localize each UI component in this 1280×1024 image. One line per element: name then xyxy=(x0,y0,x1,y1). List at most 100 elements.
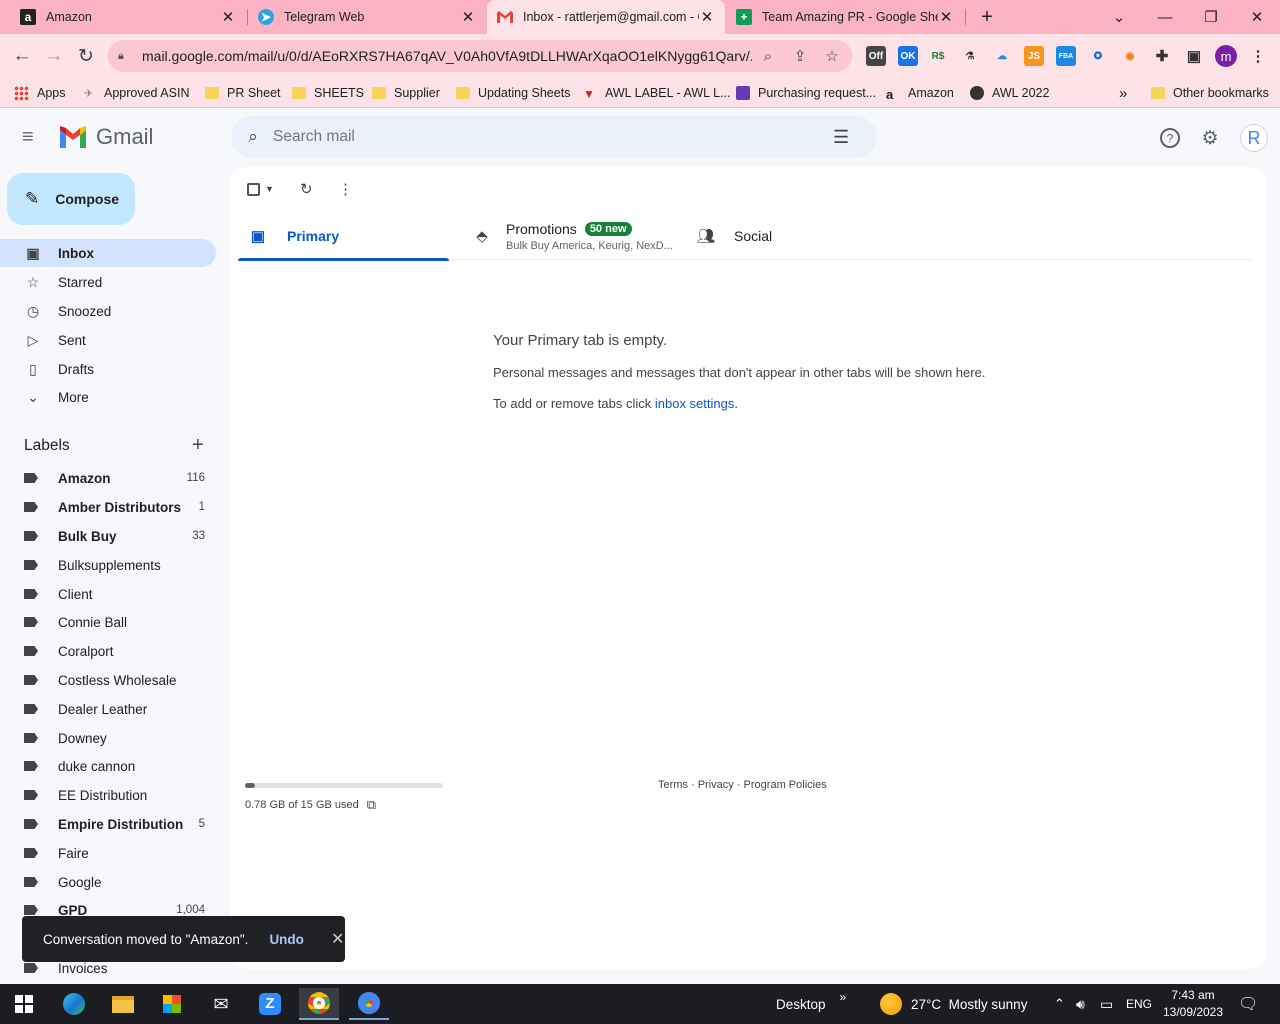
chrome-profile-m-icon[interactable] xyxy=(299,988,339,1020)
external-link-icon[interactable]: ⧉ xyxy=(367,797,376,813)
main-menu-icon[interactable]: ≡ xyxy=(22,127,42,148)
undo-button[interactable]: Undo xyxy=(269,932,304,947)
reload-icon[interactable]: ↻ xyxy=(72,42,100,70)
bookmark-pr-sheet[interactable]: PR Sheet xyxy=(205,78,281,108)
label-item[interactable]: Amazon 116 xyxy=(0,464,216,492)
bookmark-awl-2022[interactable]: AWL 2022 xyxy=(970,78,1049,108)
system-clock[interactable]: 7:43 am 13/09/2023 xyxy=(1158,987,1228,1021)
side-panel-icon[interactable]: ▣ xyxy=(1184,46,1204,66)
more-options-icon[interactable]: ⋮ xyxy=(338,179,353,199)
extension-keepa-icon[interactable]: ⚗ xyxy=(960,46,980,66)
settings-gear-icon[interactable]: ⚙ xyxy=(1198,126,1222,150)
label-item[interactable]: Client xyxy=(0,580,216,608)
extension-off-icon[interactable]: Off xyxy=(866,46,886,66)
label-item[interactable]: duke cannon xyxy=(0,752,216,780)
tab-social[interactable]: 👥︎ Social xyxy=(692,212,902,260)
extension-cloud-icon[interactable]: ☁ xyxy=(992,46,1012,66)
search-options-icon[interactable]: ☰ xyxy=(833,127,849,148)
browser-tab-telegram[interactable]: ➤ Telegram Web ✕ xyxy=(248,0,486,34)
extension-fba-icon[interactable]: FBA xyxy=(1056,46,1076,66)
bookmark-sheets[interactable]: SHEETS xyxy=(292,78,364,108)
extension-orange-icon[interactable]: ◉ xyxy=(1120,46,1140,66)
restore-icon[interactable]: ❐ xyxy=(1188,0,1234,34)
chrome-profile-a-icon[interactable] xyxy=(349,988,389,1020)
address-bar[interactable]: 🔒︎ mail.google.com/mail/u/0/d/AEoRXRS7HA… xyxy=(108,40,852,72)
mail-app-icon[interactable]: ✉ xyxy=(201,988,241,1020)
sidebar-item-starred[interactable]: ☆ Starred xyxy=(0,268,216,296)
label-item[interactable]: Downey xyxy=(0,724,216,752)
search-icon[interactable]: ⌕ xyxy=(233,127,273,147)
bookmark-supplier[interactable]: Supplier xyxy=(372,78,440,108)
footer-links[interactable]: Terms · Privacy · Program Policies xyxy=(658,779,827,791)
extensions-puzzle-icon[interactable]: ✚ xyxy=(1152,46,1172,66)
file-explorer-icon[interactable] xyxy=(103,988,143,1020)
label-item[interactable]: EE Distribution xyxy=(0,781,216,809)
close-icon[interactable]: ✕ xyxy=(331,929,344,949)
extension-ok-icon[interactable]: OK xyxy=(898,46,918,66)
profile-avatar[interactable]: m xyxy=(1215,45,1237,67)
close-icon[interactable]: ✕ xyxy=(220,8,236,26)
label-item[interactable]: Costless Wholesale xyxy=(0,666,216,694)
more-bookmarks-icon[interactable]: » xyxy=(1119,78,1127,108)
extension-seller-icon[interactable]: ✪ xyxy=(1088,46,1108,66)
bookmark-star-icon[interactable]: ☆ xyxy=(816,47,848,65)
desktop-toolbar[interactable]: Desktop » xyxy=(776,984,846,1024)
extension-rs-icon[interactable]: R$ xyxy=(928,46,948,66)
browser-tab-amazon[interactable]: a Amazon ✕ xyxy=(10,0,246,34)
refresh-icon[interactable]: ↻ xyxy=(300,179,313,199)
bookmark-apps[interactable]: Apps xyxy=(14,78,66,108)
label-item[interactable]: Bulk Buy 33 xyxy=(0,522,216,550)
volume-icon[interactable]: 🔊︎ xyxy=(1076,984,1085,1024)
tab-search-icon[interactable]: ⌄ xyxy=(1096,0,1142,34)
search-input[interactable] xyxy=(273,128,833,146)
language-indicator[interactable]: ENG xyxy=(1126,984,1152,1024)
browser-menu-icon[interactable]: ⋮ xyxy=(1248,46,1268,66)
label-item[interactable]: Dealer Leather xyxy=(0,695,216,723)
label-item[interactable]: Connie Ball xyxy=(0,608,216,636)
sidebar-item-sent[interactable]: ▷ Sent xyxy=(0,326,216,354)
weather-widget[interactable]: 27°C Mostly sunny xyxy=(880,984,1027,1024)
tab-promotions[interactable]: ⬘ Promotions 50 new Bulk Buy America, Ke… xyxy=(470,212,680,260)
label-item[interactable]: Amber Distributors 1 xyxy=(0,493,216,521)
show-hidden-icons-icon[interactable]: ⌃ xyxy=(1054,984,1065,1024)
bookmark-awl-label[interactable]: ▼ AWL LABEL - AWL L... xyxy=(583,78,731,108)
account-avatar[interactable]: R xyxy=(1240,124,1268,152)
minimize-icon[interactable]: — xyxy=(1142,0,1188,34)
zoom-icon[interactable]: Z xyxy=(250,988,290,1020)
bookmark-other[interactable]: Other bookmarks xyxy=(1151,78,1269,108)
network-icon[interactable]: ▭ xyxy=(1100,984,1113,1024)
extension-js-icon[interactable]: JS xyxy=(1024,46,1044,66)
sidebar-item-drafts[interactable]: ▯ Drafts xyxy=(0,355,216,383)
forward-icon[interactable]: → xyxy=(40,42,68,70)
close-icon[interactable]: ✕ xyxy=(938,8,954,26)
label-item[interactable]: Bulksupplements xyxy=(0,551,216,579)
compose-button[interactable]: ✎ Compose xyxy=(7,173,135,225)
sidebar-item-snoozed[interactable]: ◷ Snoozed xyxy=(0,297,216,325)
search-bar[interactable]: ⌕ ☰ xyxy=(231,116,877,158)
select-all-checkbox[interactable]: ▼ xyxy=(247,179,274,199)
url-text[interactable]: mail.google.com/mail/u/0/d/AEoRXRS7HA67q… xyxy=(142,48,752,64)
label-item[interactable]: Coralport xyxy=(0,637,216,665)
label-item[interactable]: Empire Distribution 5 xyxy=(0,810,216,838)
back-icon[interactable]: ← xyxy=(8,42,36,70)
store-icon[interactable] xyxy=(152,988,192,1020)
notifications-icon[interactable]: 🗨︎ xyxy=(1238,984,1258,1024)
caret-down-icon[interactable]: ▼ xyxy=(265,184,274,194)
new-tab-button[interactable]: + xyxy=(964,0,1010,34)
bookmark-amazon[interactable]: a Amazon xyxy=(886,78,954,108)
bookmark-approved-asin[interactable]: ✈ Approved ASIN xyxy=(84,78,189,108)
gmail-logo[interactable]: Gmail xyxy=(58,124,153,150)
edge-icon[interactable] xyxy=(54,988,94,1020)
tab-primary[interactable]: ▣ Primary xyxy=(238,212,449,261)
search-icon[interactable]: ⌕ xyxy=(752,48,784,65)
label-item[interactable]: Google xyxy=(0,868,216,896)
close-icon[interactable]: ✕ xyxy=(699,8,715,26)
inbox-settings-link[interactable]: inbox settings xyxy=(655,396,735,411)
help-icon[interactable]: ? xyxy=(1158,126,1182,150)
share-icon[interactable]: ⇪ xyxy=(784,47,816,65)
sidebar-item-more[interactable]: ⌄ More xyxy=(0,383,216,411)
browser-tab-sheets[interactable]: + Team Amazing PR - Google Shee ✕ xyxy=(726,0,964,34)
label-item[interactable]: Faire xyxy=(0,839,216,867)
windows-start-icon[interactable] xyxy=(4,988,44,1020)
add-label-icon[interactable]: + xyxy=(192,434,204,457)
